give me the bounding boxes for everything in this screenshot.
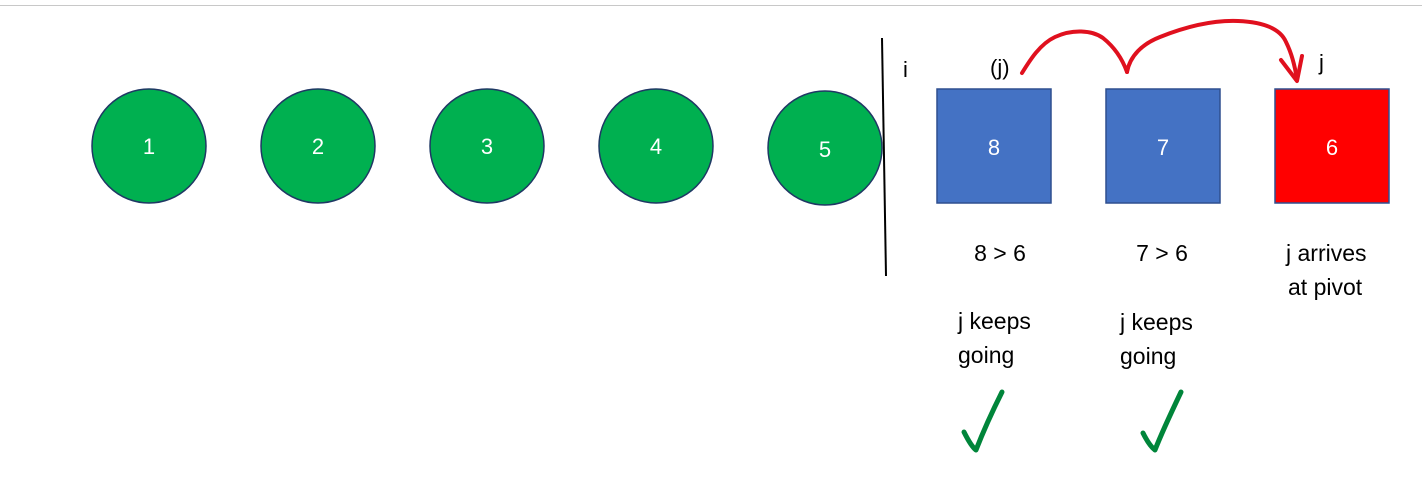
sorted-circle-label: 2 [312,134,324,159]
unsorted-box-8: 8 [936,88,1052,204]
quicksort-partition-diagram: 1 2 3 4 5 i (j) j 8 7 6 8 > 6 7 > 6 j ar… [91,18,1390,453]
check-marks [961,389,1184,453]
checkmark-icon [1140,389,1184,453]
comparison-notes: 8 > 6 7 > 6 j arrives at pivot [974,240,1366,300]
unsorted-box-label: 7 [1157,135,1169,160]
sorted-circles: 1 2 3 4 5 [91,88,883,206]
note-j-keeps-going-1-line1: j keeps [957,308,1031,334]
progress-notes: j keeps going j keeps going [957,308,1193,369]
sorted-circle-label: 5 [819,137,831,162]
checkmark-icon [961,389,1005,453]
comparison-text-7: 7 > 6 [1136,240,1188,266]
note-j-keeps-going-2-line2: going [1120,343,1176,369]
pointer-j-label: j [1318,50,1324,75]
comparison-text-8: 8 > 6 [974,240,1026,266]
curved-hop-arrow-icon [1020,18,1304,83]
sorted-circle-3: 3 [429,88,545,204]
sorted-circle-1: 1 [91,88,207,204]
sorted-circle-label: 4 [650,134,662,159]
partition-boxes: 8 7 6 [936,88,1390,204]
unsorted-box-label: 8 [988,135,1000,160]
pivot-arrival-line1: j arrives [1285,240,1367,266]
partition-divider [881,37,887,277]
note-j-keeps-going-1-line2: going [958,342,1014,368]
sorted-circle-2: 2 [260,88,376,204]
sorted-circle-label: 1 [143,134,155,159]
sorted-circle-5: 5 [767,90,883,206]
unsorted-box-7: 7 [1105,88,1221,204]
pivot-box-6: 6 [1274,88,1390,204]
sorted-circle-label: 3 [481,134,493,159]
sorted-circle-4: 4 [598,88,714,204]
hop-arrow-first [1020,29,1129,75]
pointer-i-label: i [903,57,908,82]
pivot-arrival-line2: at pivot [1288,274,1363,300]
pointer-j-previous-label: (j) [990,55,1010,80]
note-j-keeps-going-2-line1: j keeps [1119,309,1193,335]
pivot-box-label: 6 [1326,135,1338,160]
hop-arrow-second [1125,18,1299,82]
